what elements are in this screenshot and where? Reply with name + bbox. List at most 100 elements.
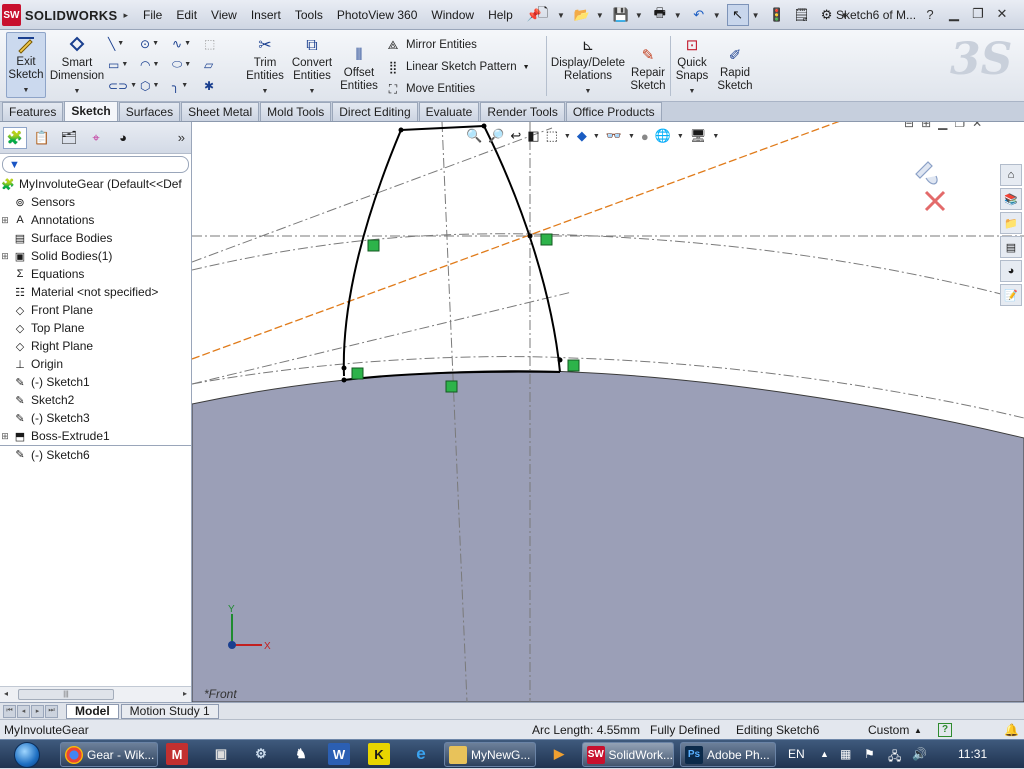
tree-item[interactable]: ◇ Front Plane — [0, 301, 191, 319]
expand-toggle-icon[interactable]: ⊞ — [0, 431, 10, 442]
tree-item[interactable]: ▤ Surface Bodies — [0, 229, 191, 247]
exit-sketch-button[interactable]: Exit Sketch ▼ — [6, 32, 46, 98]
panel-horizontal-scrollbar[interactable]: ◂ ||| ▸ — [0, 686, 191, 702]
display-style-icon[interactable]: ◆ — [577, 128, 587, 144]
open-folder-icon[interactable]: 📂 — [571, 4, 593, 26]
offset-entities-button[interactable]: ⫴ Offset Entities — [338, 32, 380, 98]
viewport-close-icon[interactable]: ✕ — [972, 122, 982, 130]
viewport-minimize-icon[interactable]: ▁ — [938, 122, 947, 130]
view-orientation-icon[interactable]: ⬚ — [546, 128, 558, 144]
action-center-flag-icon[interactable]: ⚑ — [864, 747, 875, 761]
menu-edit[interactable]: Edit — [169, 6, 204, 24]
clock[interactable]: 11:31 — [958, 747, 987, 761]
tree-item[interactable]: ⊥ Origin — [0, 355, 191, 373]
tab-mold-tools[interactable]: Mold Tools — [260, 102, 332, 121]
repair-sketch-button[interactable]: ✎ Repair Sketch — [628, 32, 668, 98]
tray-app-icon[interactable]: ▦ — [840, 747, 851, 761]
close-icon[interactable]: ✕ — [992, 4, 1012, 24]
view-palette-icon[interactable]: ▤ — [1000, 236, 1022, 258]
tab-surfaces[interactable]: Surfaces — [118, 102, 181, 121]
next-tab-icon[interactable]: ▸ — [31, 704, 44, 718]
tree-root-part[interactable]: 🧩 MyInvoluteGear (Default<<Def — [0, 175, 191, 193]
tree-item[interactable]: ✎ (-) Sketch6 — [0, 445, 191, 463]
tree-item[interactable]: ⊞ ▣ Solid Bodies(1) — [0, 247, 191, 265]
arc-tool-icon[interactable]: ◠ ▼ — [140, 54, 170, 75]
app-icon-k[interactable]: K — [368, 743, 390, 765]
spline-tool-icon[interactable]: ∿ ▼ — [172, 33, 202, 54]
scroll-thumb[interactable]: ||| — [18, 689, 114, 700]
tab-render-tools[interactable]: Render Tools — [480, 102, 565, 121]
tree-item[interactable]: ⊞ ⬒ Boss-Extrude1 — [0, 427, 191, 445]
zoom-to-fit-icon[interactable]: 🔍 — [466, 128, 482, 144]
app-icon[interactable]: ⚙ — [248, 743, 274, 765]
volume-icon[interactable]: 🔊 — [912, 747, 927, 761]
internet-explorer-icon[interactable]: e — [408, 743, 434, 765]
resources-home-icon[interactable]: ⌂ — [1000, 164, 1022, 186]
tree-item[interactable]: ◇ Right Plane — [0, 337, 191, 355]
tab-office-products[interactable]: Office Products — [565, 102, 662, 121]
options-icon[interactable]: ⚙ — [816, 4, 838, 26]
dimxpert-tab-icon[interactable]: ⌖ — [84, 127, 108, 149]
new-document-icon[interactable]: 🗋 — [532, 4, 554, 26]
tree-item[interactable]: ⊞ A Annotations — [0, 211, 191, 229]
gmail-icon[interactable]: M — [166, 743, 188, 765]
viewport-split-icon[interactable]: ⊞ — [921, 122, 931, 130]
tab-model[interactable]: Model — [66, 703, 119, 719]
prev-tab-icon[interactable]: ◂ — [17, 704, 30, 718]
rectangle-tool-icon[interactable]: ▭ ▼ — [108, 54, 138, 75]
display-delete-relations-button[interactable]: ⊾ Display/Delete Relations ▼ — [551, 32, 625, 98]
panel-more-icon[interactable]: » — [178, 130, 185, 145]
property-manager-tab-icon[interactable]: 📋 — [30, 127, 54, 149]
rapid-sketch-button[interactable]: ✐ Rapid Sketch — [716, 32, 754, 98]
construction-geometry-icon[interactable]: ⬚ — [204, 33, 234, 54]
help-icon[interactable]: ? — [920, 4, 940, 24]
status-units[interactable]: Custom — [868, 723, 909, 737]
move-entities-button[interactable]: ⛶ Move Entities — [384, 78, 530, 100]
tree-item[interactable]: ⊚ Sensors — [0, 193, 191, 211]
ellipse-tool-icon[interactable]: ⬭ ▼ — [172, 54, 202, 75]
zoom-to-area-icon[interactable]: 🔎 — [488, 128, 504, 144]
linear-sketch-pattern-button[interactable]: ⣿ Linear Sketch Pattern ▼ — [384, 56, 530, 78]
units-dropdown-icon[interactable]: ▲ — [914, 726, 922, 735]
undo-icon[interactable]: ↶ — [688, 4, 710, 26]
select-pointer-icon[interactable]: ↖ — [726, 4, 749, 26]
quick-snaps-button[interactable]: ⊡ Quick Snaps ▼ — [674, 32, 710, 98]
sketch-canvas[interactable]: Y X — [192, 122, 1024, 702]
tree-item[interactable]: ☷ Material <not specified> — [0, 283, 191, 301]
expand-toggle-icon[interactable]: ⊞ — [0, 215, 10, 226]
menu-file[interactable]: File — [136, 6, 169, 24]
tree-item[interactable]: ✎ (-) Sketch1 — [0, 373, 191, 391]
tree-item[interactable]: ◇ Top Plane — [0, 319, 191, 337]
language-indicator[interactable]: EN — [788, 747, 805, 761]
section-view-icon[interactable]: ◧ — [527, 128, 539, 144]
expand-toggle-icon[interactable]: ⊞ — [0, 251, 10, 262]
rebuild-traffic-light-icon[interactable]: 🚦 — [766, 4, 788, 26]
mirror-entities-button[interactable]: ⟁ Mirror Entities — [384, 34, 530, 56]
notification-icon[interactable]: 🔔 — [1004, 723, 1019, 737]
custom-properties-icon[interactable]: 📝 — [1000, 284, 1022, 306]
smart-dimension-button[interactable]: Smart Dimension ▼ — [50, 32, 104, 98]
tree-item[interactable]: Σ Equations — [0, 265, 191, 283]
tab-sheet-metal[interactable]: Sheet Metal — [181, 102, 260, 121]
scroll-left-icon[interactable]: ◂ — [4, 689, 8, 698]
graphics-area[interactable]: Y X 🔍 🔎 ↩ ◧ ⬚ ▼ ◆ ▼ 👓 ▼ ● 🌐 ▼ 🖥 ▼ ⊟ ⊞ ▁ ❐ ✕ — [192, 122, 1024, 702]
view-settings-icon[interactable]: 🖥 — [690, 128, 707, 144]
print-icon[interactable]: 🖶 — [649, 4, 671, 26]
menu-view[interactable]: View — [204, 6, 244, 24]
tab-evaluate[interactable]: Evaluate — [418, 102, 480, 121]
restore-icon[interactable]: ❐ — [968, 4, 988, 24]
menu-insert[interactable]: Insert — [244, 6, 288, 24]
tree-item[interactable]: ✎ (-) Sketch3 — [0, 409, 191, 427]
scroll-right-icon[interactable]: ▸ — [183, 689, 187, 698]
save-icon[interactable]: 💾 — [610, 4, 632, 26]
tab-sketch[interactable]: Sketch — [64, 101, 118, 121]
taskbar-folder[interactable]: MyNewG... — [444, 742, 536, 767]
start-button[interactable] — [4, 740, 50, 769]
solidworks-logo[interactable]: SW SOLIDWORKS ▸ — [2, 3, 128, 27]
tab-direct-editing[interactable]: Direct Editing — [332, 102, 418, 121]
design-library-icon[interactable]: 📚 — [1000, 188, 1022, 210]
logo-expand-icon[interactable]: ▸ — [123, 10, 128, 21]
taskbar-chrome[interactable]: Gear - Wik... — [60, 742, 158, 767]
game-icon[interactable]: ♞ — [288, 743, 314, 765]
tree-filter-input[interactable]: ▼ — [2, 156, 189, 173]
